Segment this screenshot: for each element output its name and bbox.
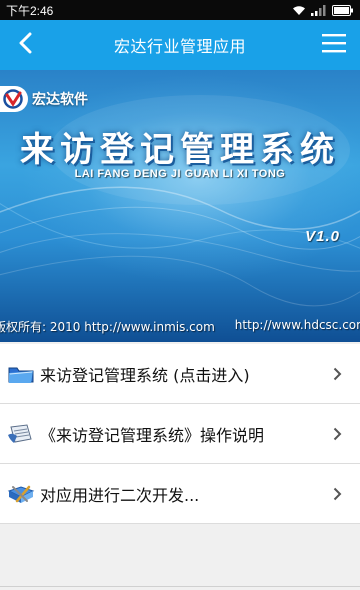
banner-footer: 版权所有: 2010 http://www.inmis.com http://w… (0, 318, 360, 335)
folder-icon (6, 362, 36, 386)
list-item-enter-system[interactable]: 来访登记管理系统 (点击进入) (0, 344, 360, 404)
battery-icon (332, 4, 354, 16)
menu-list: 来访登记管理系统 (点击进入) 《来访登记管理系统》操作说明 对应用进行二次开发… (0, 344, 360, 524)
list-item-label: 《来访登记管理系统》操作说明 (40, 425, 265, 445)
list-item-develop[interactable]: 对应用进行二次开发... (0, 464, 360, 524)
list-item-manual[interactable]: 《来访登记管理系统》操作说明 (0, 404, 360, 464)
status-icons (292, 4, 354, 16)
chevron-right-icon (333, 366, 342, 385)
page-title: 宏达行业管理应用 (113, 37, 246, 56)
tools-icon (6, 482, 36, 506)
website-text: http://www.hdcsc.com (234, 318, 360, 332)
brand-name: 宏达软件 (32, 92, 88, 108)
banner-title: 来访登记管理系统 (20, 130, 340, 170)
chevron-right-icon (333, 426, 342, 445)
list-item-label: 对应用进行二次开发... (40, 485, 200, 505)
wifi-icon (292, 5, 306, 16)
bottom-divider (0, 586, 360, 587)
signal-icon (311, 4, 327, 16)
status-bar: 下午2:46 (0, 0, 360, 20)
brand-logo (0, 86, 28, 112)
list-item-label: 来访登记管理系统 (点击进入) (40, 365, 250, 385)
version-label: V1.0 (305, 228, 340, 245)
chevron-right-icon (333, 486, 342, 505)
back-arrow-icon (18, 32, 32, 58)
app-header: 宏达行业管理应用 (0, 20, 360, 70)
back-button[interactable] (8, 28, 42, 62)
document-icon (6, 422, 36, 446)
hamburger-menu-icon (322, 33, 346, 57)
status-time: 下午2:46 (6, 3, 54, 18)
product-banner: 宏达软件 来访登记管理系统 LAI FANG DENG JI GUAN LI X… (0, 70, 360, 342)
menu-button[interactable] (316, 28, 352, 62)
banner-subtitle: LAI FANG DENG JI GUAN LI XI TONG (74, 168, 286, 180)
copyright-text: 版权所有: 2010 http://www.inmis.com (0, 320, 215, 334)
brand-row: 宏达软件 (0, 86, 88, 112)
